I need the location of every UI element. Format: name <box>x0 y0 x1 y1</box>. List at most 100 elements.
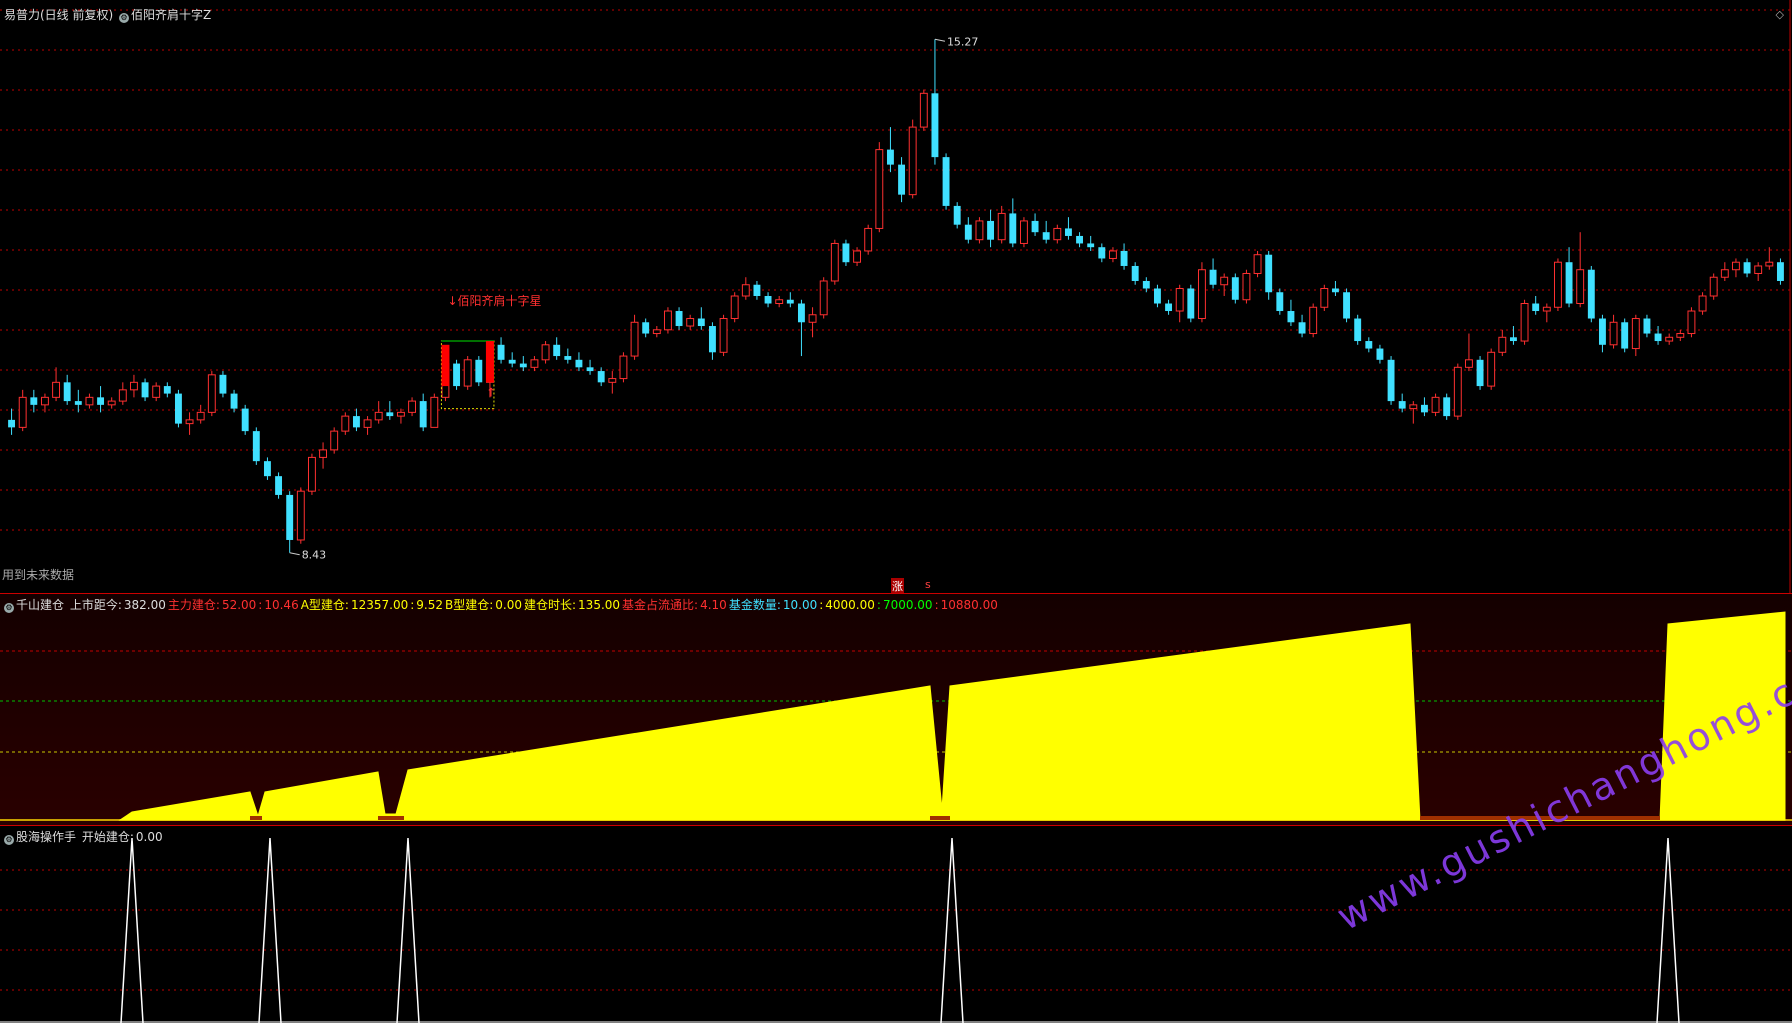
low-segment <box>250 816 262 820</box>
qianshan-item-value: 7000.00 <box>882 598 933 612</box>
stock-title: 易普力(日线 前复权) <box>4 8 114 22</box>
candle-body <box>107 400 116 406</box>
signal-label: ↓佰阳齐肩十字星 <box>447 293 541 308</box>
qianshan-item-value: 135.00 <box>578 598 621 612</box>
future-data-note: 用到未来数据 <box>2 568 75 582</box>
candle-body <box>1743 262 1751 274</box>
candle-body <box>1665 336 1674 342</box>
candle-body <box>875 149 884 229</box>
candle-body <box>1631 318 1640 350</box>
candle-body <box>286 494 294 540</box>
qianshan-item-value: 0.00 <box>495 598 522 612</box>
price-panel-header: 易普力(日线 前复权) ⚙ 佰阳齐肩十字Z <box>4 6 213 23</box>
qianshan-item-value: 12357.00 <box>350 598 409 612</box>
guhai-name: 股海操作手 <box>16 830 77 844</box>
candle-body <box>1187 288 1195 319</box>
candle-body <box>1231 277 1239 300</box>
candle-body <box>408 400 417 413</box>
qianshan-item-label: : <box>258 598 263 612</box>
diamond-icon[interactable]: ◇ <box>1776 8 1784 21</box>
candle-body <box>118 389 127 402</box>
candle-body <box>619 355 628 380</box>
indicator-panel-guhai[interactable]: ⚙ 股海操作手 开始建仓: 0.00 <box>0 826 1792 1023</box>
candle-body <box>430 396 439 428</box>
area-chart[interactable] <box>0 594 1792 826</box>
rise-badge: 涨 <box>891 578 904 594</box>
high-marker <box>934 38 946 42</box>
candle-body <box>1242 272 1251 301</box>
price-panel[interactable]: ↓佰阳齐肩十字星 ↑ 15.27 8.43 易普力(日线 前复权) ⚙ 佰阳齐肩十字Z … <box>0 0 1792 594</box>
settings-icon[interactable]: ⚙ <box>4 835 14 845</box>
candle-body <box>1098 247 1106 259</box>
qianshan-item-label: : <box>934 598 939 612</box>
candle-body <box>207 374 216 413</box>
candle-body <box>1076 235 1084 244</box>
candle-body <box>719 318 728 353</box>
candle-body <box>263 461 271 477</box>
candle-body <box>453 363 461 387</box>
candle-body <box>663 310 672 331</box>
qianshan-item-label: : <box>410 598 415 612</box>
candle-body <box>775 299 784 305</box>
qianshan-item-value: 4.10 <box>700 598 727 612</box>
candle-body <box>163 386 171 394</box>
candle-body <box>530 359 539 368</box>
candle-body <box>786 299 794 304</box>
candle-body <box>1331 288 1339 293</box>
candle-body <box>319 449 328 458</box>
candle-body <box>608 378 617 383</box>
candle-body <box>1576 269 1585 305</box>
candle-body <box>919 92 928 128</box>
candle-body <box>1687 310 1696 335</box>
candle-body <box>964 224 972 240</box>
low-segment <box>930 816 950 820</box>
qianshan-item-value: 52.00 <box>221 598 257 612</box>
candle-body <box>1598 318 1606 345</box>
candle-body <box>975 220 984 241</box>
accumulation-area <box>118 611 1786 821</box>
qianshan-item-value: 382.00 <box>123 598 166 612</box>
qianshan-name: 千山建仓 <box>16 598 65 612</box>
candle-body <box>1654 333 1662 342</box>
signal-bar <box>441 344 450 387</box>
spike-chart[interactable] <box>0 826 1792 1023</box>
guhai-label: 开始建仓: <box>81 830 134 844</box>
candle-body <box>40 396 49 406</box>
entry-spike <box>940 837 964 1023</box>
candle-body <box>1376 348 1384 360</box>
candle-body <box>1142 280 1150 289</box>
candle-body <box>1520 303 1529 342</box>
qianshan-item-label: B型建仓: <box>445 598 494 612</box>
candle-body <box>152 385 161 398</box>
indicator-panel-qianshan[interactable]: ⚙ 千山建仓 上市距今: 382.00 主力建仓: 52.00:10.46 A型建仓: 12… <box>0 594 1792 826</box>
candle-body <box>730 295 739 320</box>
candle-body <box>1532 303 1540 312</box>
candle-body <box>675 311 683 327</box>
qianshan-header: ⚙ 千山建仓 上市距今: 382.00 主力建仓: 52.00:10.46 A型建仓: 12… <box>4 596 1000 613</box>
candle-body <box>1509 337 1517 342</box>
candle-body <box>1120 250 1128 266</box>
candle-body <box>1464 359 1473 368</box>
candle-body <box>1731 261 1740 271</box>
qianshan-item-value: 10.46 <box>264 598 299 612</box>
candle-body <box>931 93 939 158</box>
candle-body <box>1387 359 1395 402</box>
candle-body <box>1009 213 1017 244</box>
candle-body <box>196 411 205 421</box>
candle-body <box>686 318 695 327</box>
entry-spike <box>120 837 144 1023</box>
candle-body <box>1709 276 1718 297</box>
qianshan-item-label: A型建仓: <box>300 598 349 612</box>
candle-body <box>1542 306 1551 312</box>
candle-body <box>1197 269 1206 320</box>
candle-body <box>1153 288 1161 304</box>
candle-body <box>1553 261 1562 308</box>
candle-body <box>352 416 360 428</box>
candle-body <box>1698 295 1707 312</box>
candlestick-chart[interactable]: ↓佰阳齐肩十字星 ↑ 15.27 8.43 <box>0 0 1792 594</box>
candle-body <box>419 401 427 428</box>
settings-icon[interactable]: ⚙ <box>4 603 14 613</box>
settings-icon[interactable]: ⚙ <box>119 13 130 23</box>
candle-body <box>1343 292 1351 319</box>
low-label: 8.43 <box>302 549 327 562</box>
